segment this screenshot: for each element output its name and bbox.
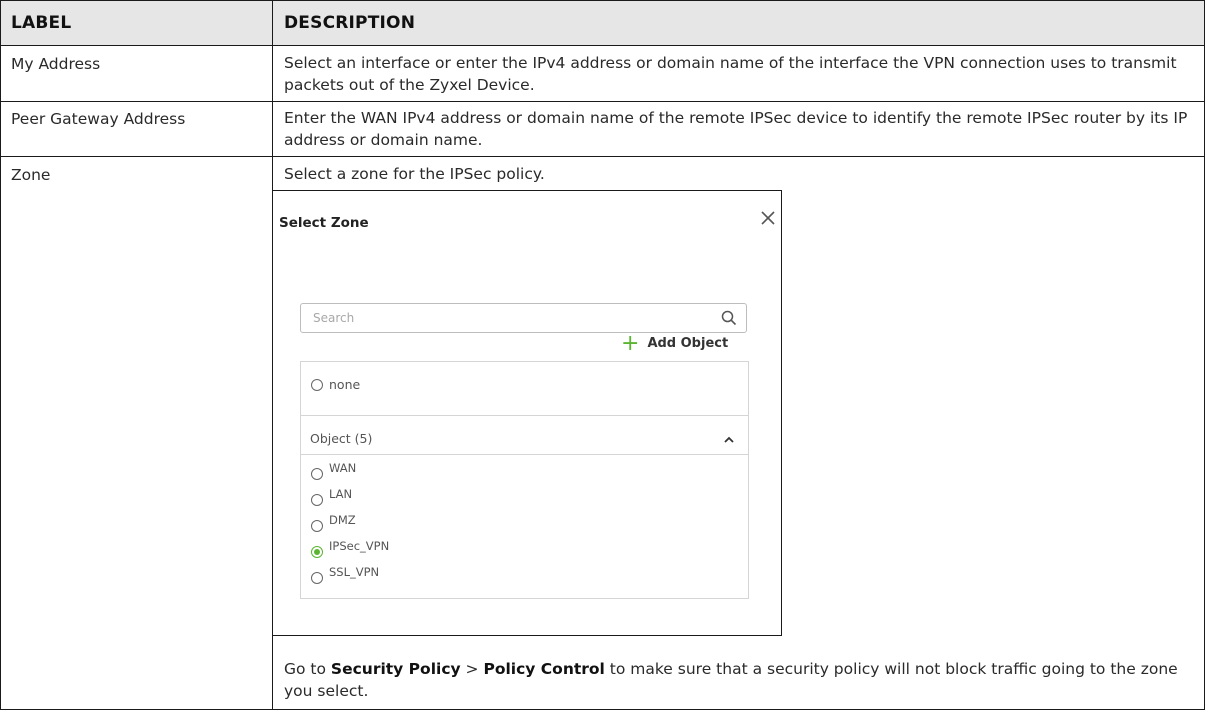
description-column-header: DESCRIPTION: [284, 13, 416, 33]
object-group-header[interactable]: Object (5): [310, 431, 740, 451]
table-row-description: Enter the WAN IPv4 address or domain nam…: [284, 109, 1188, 149]
note-prefix: Go to: [284, 660, 331, 678]
radio-wan[interactable]: [311, 468, 323, 480]
list-item[interactable]: IPSec_VPN: [311, 539, 389, 564]
chevron-up-icon[interactable]: [722, 433, 736, 447]
list-divider: [301, 415, 748, 416]
table-row-label: Zone: [11, 166, 51, 184]
table-row-label: My Address: [11, 55, 101, 73]
zone-list: none Object (5) WAN LAN DMZ IPSec_VPN SS…: [300, 361, 749, 599]
label-column-header: LABEL: [11, 13, 72, 33]
search-input[interactable]: [313, 309, 693, 327]
row-divider: [1, 156, 1204, 157]
table-row-description: Select a zone for the IPSec policy.: [284, 165, 545, 183]
radio-ssl-vpn[interactable]: [311, 572, 323, 584]
add-object-button[interactable]: + Add Object: [621, 331, 729, 356]
list-item-none[interactable]: none: [311, 377, 360, 397]
radio-lan[interactable]: [311, 494, 323, 506]
note-link-security-policy: Security Policy: [330, 660, 461, 678]
radio-none[interactable]: [311, 379, 323, 391]
list-item[interactable]: DMZ: [311, 513, 356, 538]
plus-icon: +: [621, 331, 640, 356]
table-row-description: Select an interface or enter the IPv4 ad…: [284, 54, 1177, 94]
search-icon[interactable]: [720, 309, 738, 327]
list-item[interactable]: SSL_VPN: [311, 565, 379, 590]
list-item-label: IPSec_VPN: [329, 539, 390, 553]
row-divider: [1, 45, 1204, 46]
table-row-label: Peer Gateway Address: [11, 110, 186, 128]
list-item-label: DMZ: [329, 513, 356, 527]
group-label: Object (5): [310, 431, 373, 446]
search-field[interactable]: [300, 303, 747, 333]
list-item-label: LAN: [329, 487, 353, 501]
note-separator: >: [460, 660, 484, 678]
list-item[interactable]: WAN: [311, 461, 356, 486]
zone-note: Go to Security Policy > Policy Control t…: [284, 658, 1189, 702]
list-item-label: none: [329, 377, 361, 392]
note-link-policy-control: Policy Control: [483, 660, 605, 678]
select-zone-dialog: Select Zone + Add Object none Object (5) …: [272, 190, 782, 636]
table-header-row: LABEL DESCRIPTION: [1, 1, 1204, 45]
add-object-label: Add Object: [647, 336, 729, 351]
list-item[interactable]: LAN: [311, 487, 352, 512]
radio-ipsec-vpn[interactable]: [311, 546, 323, 558]
list-item-label: SSL_VPN: [329, 565, 380, 579]
radio-dmz[interactable]: [311, 520, 323, 532]
row-divider: [1, 101, 1204, 102]
list-item-label: WAN: [329, 461, 357, 475]
dialog-title: Select Zone: [279, 215, 369, 231]
list-divider: [301, 454, 748, 455]
close-icon[interactable]: [757, 209, 779, 231]
